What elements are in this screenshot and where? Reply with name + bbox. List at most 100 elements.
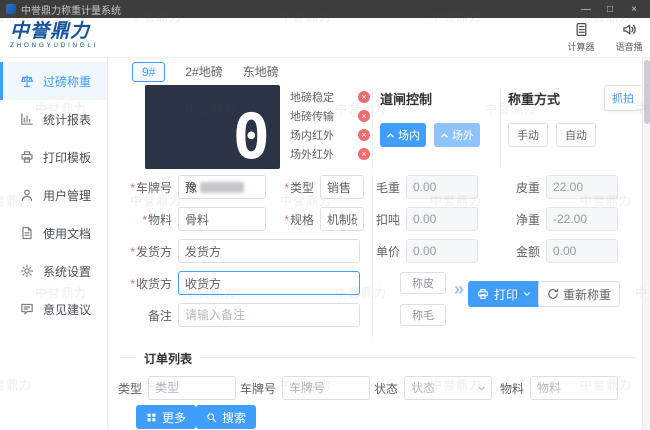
weight-row-price-amount: 单价 金额 <box>374 239 618 263</box>
sidebar-item-settings[interactable]: 系统设置 <box>0 252 107 290</box>
status-infrared-inside: 场内红外 × <box>290 125 370 144</box>
spec-input[interactable] <box>320 207 364 231</box>
filter-plate-label: 车牌号 <box>240 381 277 396</box>
close-icon[interactable]: × <box>624 4 644 15</box>
gate-outside-button[interactable]: 场外 <box>434 123 480 147</box>
refresh-icon <box>548 288 558 299</box>
calculator-icon <box>574 22 589 39</box>
calculator-button[interactable]: 计算器 <box>562 22 600 53</box>
divider <box>372 175 373 337</box>
window-controls: — □ × <box>576 4 644 15</box>
divider <box>372 88 373 166</box>
error-icon: × <box>358 90 370 103</box>
grid-icon <box>147 413 156 421</box>
sidebar-item-label: 用户管理 <box>43 188 92 203</box>
minimize-icon[interactable]: — <box>576 4 596 15</box>
status-infrared-outside: 场外红外 × <box>290 144 370 163</box>
device-status-list: 地磅稳定 × 地磅传输 × 场内红外 × 场外红外 × <box>290 87 370 163</box>
window-title: 中誉鼎力称重计量系统 <box>21 5 121 17</box>
weight-row-deduct-net: 扣吨 净重 <box>374 207 618 231</box>
price-input <box>406 239 478 263</box>
filter-material-label: 物料 <box>500 381 525 396</box>
net-label: 净重 <box>515 212 540 227</box>
net-input <box>546 207 618 231</box>
sidebar-item-label: 统计报表 <box>43 112 92 127</box>
material-input[interactable] <box>178 207 266 231</box>
gate-control-title: 道闸控制 <box>380 92 433 107</box>
remark-input[interactable] <box>178 303 360 327</box>
weigh-gross-button[interactable]: 称毛 <box>400 304 446 326</box>
double-chevron-icon: » <box>454 279 464 299</box>
sidebar-item-label: 系统设置 <box>43 264 92 279</box>
error-icon: × <box>358 147 370 160</box>
gear-icon <box>20 264 34 278</box>
plate-value: 豫 <box>185 180 198 195</box>
filter-status: 状态 <box>374 376 493 400</box>
scrollbar-thumb[interactable] <box>644 60 650 124</box>
sidebar-item-user-management[interactable]: 用户管理 <box>0 176 107 214</box>
filter-status-label: 状态 <box>374 381 399 396</box>
sidebar-item-label: 打印模板 <box>43 150 92 165</box>
mode-manual-button[interactable]: 手动 <box>508 123 548 147</box>
sidebar-item-label: 意见建议 <box>43 302 92 317</box>
reweigh-button[interactable]: 重新称重 <box>538 281 621 307</box>
scale-icon <box>20 74 34 88</box>
tab-scale-2[interactable]: 2#地磅 <box>185 61 222 82</box>
receiver-label: *收货方 <box>130 276 172 291</box>
printer-icon <box>478 288 488 300</box>
status-scale-transmit: 地磅传输 × <box>290 106 370 125</box>
deduct-input <box>406 207 478 231</box>
filter-material-input[interactable] <box>530 376 619 400</box>
logo-text: 中誉鼎力 <box>10 21 91 42</box>
sidebar-item-feedback[interactable]: 意见建议 <box>0 290 107 328</box>
error-icon: × <box>358 109 370 122</box>
speaker-icon <box>622 22 637 39</box>
filter-status-select[interactable] <box>404 376 493 400</box>
weigh-mode-panel: 称重方式 手动 自动 <box>508 89 596 147</box>
filter-type-label: 类型 <box>118 381 143 396</box>
maximize-icon[interactable]: □ <box>600 4 620 15</box>
form-row-receiver: *收货方 <box>116 271 360 295</box>
weight-display-value: 0 <box>232 99 270 173</box>
plate-input[interactable]: 豫 <box>178 175 266 199</box>
filter-plate: 车牌号 <box>240 376 371 400</box>
chevron-up-icon <box>387 133 394 137</box>
sender-input[interactable] <box>178 239 360 263</box>
weigh-tare-button[interactable]: 称皮 <box>400 272 446 294</box>
document-icon <box>20 226 34 240</box>
brand-logo: 中誉鼎力 ZHONGYUDINGLI <box>10 22 98 50</box>
sidebar-item-reports[interactable]: 统计报表 <box>0 100 107 138</box>
sidebar-item-print-templates[interactable]: 打印模板 <box>0 138 107 176</box>
print-button[interactable]: 打印 <box>468 281 541 307</box>
tab-scale-9[interactable]: 9# <box>132 61 166 82</box>
order-list-title: 订单列表 <box>136 350 201 367</box>
receiver-input[interactable] <box>178 271 360 295</box>
user-icon <box>20 188 34 202</box>
mode-auto-button[interactable]: 自动 <box>556 123 596 147</box>
more-button[interactable]: 更多 <box>136 405 197 429</box>
weigh-mode-title: 称重方式 <box>508 92 561 107</box>
filter-type: 类型 <box>118 376 237 400</box>
form-row-sender: *发货方 <box>116 239 360 263</box>
weight-display: 0 <box>145 85 280 173</box>
tab-scale-east[interactable]: 东地磅 <box>243 61 279 82</box>
filter-material: 物料 <box>500 376 619 400</box>
window-titlebar: 中誉鼎力称重计量系统 — □ × <box>0 0 650 18</box>
amount-label: 金额 <box>515 244 540 259</box>
remark-label: 备注 <box>147 308 172 323</box>
sidebar-nav: 过磅称重 统计报表 打印模板 用户管理 使用文档 系统设置 意见建议 <box>0 58 108 430</box>
filter-type-input[interactable] <box>148 376 237 400</box>
tare-label: 皮重 <box>515 180 540 195</box>
filter-plate-input[interactable] <box>282 376 371 400</box>
type-input[interactable] <box>320 175 364 199</box>
gate-inside-button[interactable]: 场内 <box>380 123 426 147</box>
vertical-scrollbar <box>642 58 650 430</box>
capture-button[interactable]: 抓拍 <box>604 85 641 111</box>
sidebar-item-label: 过磅称重 <box>43 74 92 89</box>
sidebar-item-weighing[interactable]: 过磅称重 <box>0 62 107 100</box>
voice-broadcast-button[interactable]: 语音播 <box>610 22 648 53</box>
sidebar-item-docs[interactable]: 使用文档 <box>0 214 107 252</box>
gross-label: 毛重 <box>375 180 400 195</box>
search-button[interactable]: 搜索 <box>196 405 257 429</box>
deduct-label: 扣吨 <box>375 212 400 227</box>
